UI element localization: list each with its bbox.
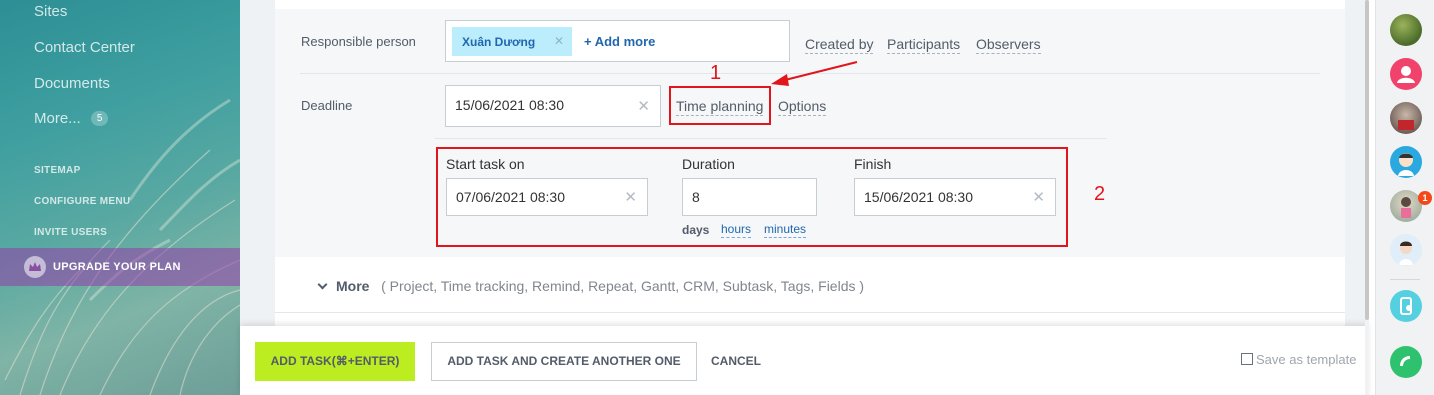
scrollbar-thumb[interactable] <box>1365 0 1369 320</box>
user-profile-icon[interactable] <box>1390 58 1422 90</box>
task-editor-panel: Responsible person Xuân Dương ✕ + Add mo… <box>240 0 1368 395</box>
sidebar-item-sites[interactable]: Sites <box>34 3 67 20</box>
upgrade-plan-label: UPGRADE YOUR PLAN <box>53 261 181 273</box>
sidebar-item-documents[interactable]: Documents <box>34 75 110 92</box>
invite-users-link[interactable]: INVITE USERS <box>34 227 107 238</box>
upgrade-plan-button[interactable]: UPGRADE YOUR PLAN <box>0 248 240 286</box>
avatar-girl[interactable] <box>1390 234 1422 266</box>
app-root: Sites Contact Center Documents More... 5… <box>0 0 1434 395</box>
configure-menu-link[interactable]: CONFIGURE MENU <box>34 196 130 207</box>
crown-icon <box>24 256 46 278</box>
add-another-task-button[interactable]: ADD TASK AND CREATE ANOTHER ONE <box>431 342 697 381</box>
mobile-share-icon[interactable] <box>1390 290 1422 322</box>
annotation-number-1: 1 <box>710 62 722 84</box>
save-as-template-label: Save as template <box>1256 352 1357 367</box>
annotation-number-2: 2 <box>1094 183 1106 205</box>
avatar-cartoon[interactable] <box>1390 146 1422 178</box>
avatar-photo[interactable] <box>1390 190 1422 222</box>
avatar-person[interactable] <box>1390 102 1422 134</box>
add-task-button[interactable]: ADD TASK(⌘+ENTER) <box>255 342 415 381</box>
sidebar-item-more[interactable]: More... 5 <box>34 110 109 127</box>
notification-badge: 1 <box>1418 191 1432 205</box>
rail-divider <box>1390 279 1420 280</box>
left-sidebar: Sites Contact Center Documents More... 5… <box>0 0 240 395</box>
sidebar-item-more-label: More... <box>34 110 81 127</box>
phone-icon[interactable] <box>1390 346 1422 378</box>
more-count-badge: 5 <box>90 111 109 126</box>
sitemap-link[interactable]: SITEMAP <box>34 165 81 176</box>
save-as-template-checkbox[interactable]: Save as template <box>1241 352 1356 367</box>
checkbox-icon <box>1241 353 1253 365</box>
sidebar-item-contact-center[interactable]: Contact Center <box>34 39 135 56</box>
annotation-box-2 <box>436 147 1068 247</box>
avatar-nature[interactable] <box>1390 14 1422 46</box>
form-action-bar: ADD TASK(⌘+ENTER) ADD TASK AND CREATE AN… <box>240 326 1368 395</box>
cancel-button[interactable]: CANCEL <box>711 354 761 368</box>
